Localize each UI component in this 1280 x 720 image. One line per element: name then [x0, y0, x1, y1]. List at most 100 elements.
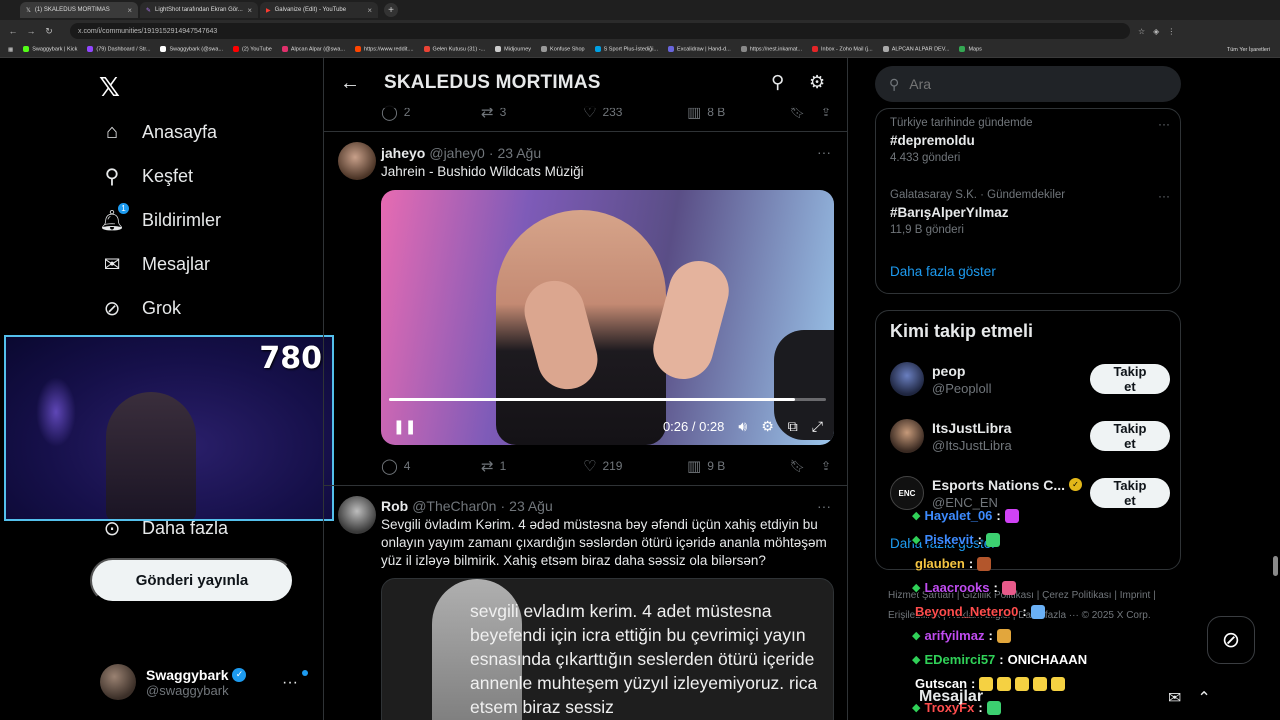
- repost-button[interactable]: ⇄ 1: [481, 457, 583, 475]
- search-icon[interactable]: ⚲: [771, 72, 784, 93]
- nav-item-home[interactable]: ⌂ Anasayfa: [100, 120, 217, 144]
- forward-icon[interactable]: →: [26, 26, 36, 36]
- follow-suggestion[interactable]: peop @Peoploll Takip et: [890, 359, 1170, 399]
- reload-icon[interactable]: ↻: [44, 26, 54, 37]
- video-player[interactable]: ❚❚ 0:26 / 0:28 🔊︎ ⚙ ⧉ ⤢: [381, 190, 834, 445]
- bookmark-item[interactable]: (2) YouTube: [233, 46, 272, 53]
- divider: [324, 485, 847, 486]
- search-box[interactable]: ⚲: [875, 66, 1181, 102]
- bookmark-item[interactable]: Inbox - Zoho Mail (j...: [812, 46, 873, 53]
- bookmark-item[interactable]: Konfuse Shop: [541, 46, 585, 53]
- notification-badge: 1: [117, 202, 130, 215]
- bookmark-item[interactable]: ALPCAN ALPAR DEV...: [882, 46, 949, 53]
- grok-icon: ⊘: [1221, 627, 1241, 652]
- nav-item-grok[interactable]: ⊘ Grok: [100, 296, 181, 320]
- star-icon[interactable]: ☆: [1138, 27, 1145, 36]
- back-arrow-icon[interactable]: ←: [340, 72, 360, 95]
- show-more-link[interactable]: Daha fazla göster: [890, 264, 996, 279]
- settings-icon[interactable]: ⚙: [761, 418, 774, 435]
- search-input[interactable]: [909, 76, 1150, 92]
- webcam-light: [36, 377, 76, 447]
- bookmark-item[interactable]: (79) Dashboard / Str...: [87, 46, 150, 53]
- apps-icon[interactable]: ▦: [8, 47, 13, 53]
- expand-icon[interactable]: ⌃: [1197, 688, 1210, 708]
- more-options-icon[interactable]: ···: [817, 144, 831, 160]
- nav-item-explore[interactable]: ⚲ Keşfet: [100, 164, 193, 188]
- views-icon: ▥: [687, 458, 702, 475]
- browser-tab[interactable]: ✎ LightShot tarafından Ekran Gör... ×: [140, 2, 258, 18]
- all-bookmarks[interactable]: Tüm Yer İşaretleri: [1227, 47, 1280, 53]
- page-title: SKALEDUS MORTIMAS: [384, 72, 601, 93]
- chat-message: ◆ Piskevit:: [912, 532, 1000, 547]
- browser-tab[interactable]: 𝕏 (1) SKALEDUS MORTIMAS ×: [20, 2, 138, 18]
- bookmark-item[interactable]: Midjourney: [495, 46, 531, 53]
- avatar[interactable]: [338, 142, 376, 180]
- more-options-icon[interactable]: ···: [1158, 189, 1170, 203]
- reply-icon: ◯: [381, 458, 398, 475]
- close-icon[interactable]: ×: [127, 6, 132, 15]
- bookmark-item[interactable]: Alpcan Alpar (@swa...: [281, 46, 345, 53]
- bookmark-item[interactable]: Excalidraw | Hand-d...: [668, 46, 731, 53]
- webcam-overlay: 780: [4, 335, 334, 521]
- x-logo-icon[interactable]: 𝕏: [99, 72, 120, 103]
- youtube-icon: ▶: [266, 7, 271, 14]
- close-icon[interactable]: ×: [367, 6, 372, 15]
- more-options-icon[interactable]: ···: [282, 674, 298, 692]
- follow-button[interactable]: Takip et: [1089, 421, 1170, 451]
- more-options-icon[interactable]: ···: [817, 498, 831, 514]
- grok-floating-button[interactable]: ⊘: [1207, 616, 1255, 664]
- follow-suggestion[interactable]: ItsJustLibra @ItsJustLibra Takip et: [890, 416, 1170, 456]
- tweet-text: Sevgili övladım Kərim. 4 ədəd müstəsna b…: [381, 517, 827, 568]
- tweet-image[interactable]: sevgili evladım kerim. 4 adet müstesna b…: [381, 578, 834, 720]
- bell-icon: 🔔︎ 1: [99, 202, 130, 232]
- pause-icon[interactable]: ❚❚: [393, 418, 416, 435]
- new-tab-button[interactable]: +: [384, 3, 398, 17]
- bookmark-item[interactable]: Gelen Kutusu (31) -...: [423, 46, 485, 53]
- reply-button[interactable]: ◯ 4: [381, 457, 481, 475]
- like-button[interactable]: ♡ 219: [583, 457, 687, 475]
- bookmark-item[interactable]: Maps: [959, 46, 982, 53]
- account-switcher[interactable]: Swaggybark ✓ @swaggybark ···: [100, 662, 310, 702]
- views-button[interactable]: ▥ 9 B: [687, 457, 725, 475]
- scrollbar-thumb[interactable]: [1273, 556, 1278, 576]
- messages-drawer-title[interactable]: Mesajlar: [919, 688, 983, 706]
- extensions-icon[interactable]: ◈: [1153, 27, 1159, 36]
- nav-item-notifications[interactable]: 🔔︎ 1 Bildirimler: [99, 202, 221, 232]
- avatar[interactable]: [338, 496, 376, 534]
- close-icon[interactable]: ×: [247, 6, 252, 15]
- more-options-icon[interactable]: ···: [1158, 117, 1170, 131]
- volume-icon[interactable]: 🔊︎: [738, 418, 747, 435]
- post-button[interactable]: Gönderi yayınla: [90, 558, 294, 603]
- bookmark-item[interactable]: Swaggybark (@swa...: [160, 46, 223, 53]
- nav-item-messages[interactable]: ✉ Mesajlar: [100, 252, 210, 276]
- fullscreen-icon[interactable]: ⤢: [812, 418, 823, 435]
- back-icon[interactable]: ←: [8, 26, 18, 36]
- address-bar[interactable]: x.com/i/communities/1919152914947547643: [70, 23, 1130, 39]
- bookmark-item[interactable]: Swaggybark | Kick: [23, 46, 77, 53]
- follow-button[interactable]: Takip et: [1089, 364, 1170, 394]
- browser-toolbar: ← → ↻ x.com/i/communities/19191529149475…: [0, 20, 1280, 42]
- picture-in-picture-icon[interactable]: ⧉: [788, 418, 798, 435]
- bookmark-item[interactable]: https://www.reddit....: [355, 46, 414, 53]
- bookmark-icon[interactable]: 🔖︎: [790, 459, 805, 473]
- gear-icon[interactable]: ⚙: [809, 72, 825, 93]
- bookmark-item[interactable]: https://nest.inkamat...: [740, 46, 802, 53]
- tweet-header: Rob @TheChar0n · 23 Ağu: [381, 498, 553, 514]
- share-icon[interactable]: ⇪: [821, 459, 831, 473]
- video-time: 0:26 / 0:28: [662, 418, 725, 434]
- menu-icon[interactable]: ⋮: [1167, 27, 1175, 36]
- tweet-text: Jahrein - Bushido Wildcats Müziği: [381, 164, 584, 179]
- gem-icon: ◆: [912, 582, 921, 594]
- repost-icon: ⇄: [481, 458, 494, 475]
- video-progress-bar[interactable]: [389, 398, 826, 401]
- avatar: [890, 419, 924, 453]
- browser-tab[interactable]: ▶ Galvanize (Edit) - YouTube ×: [260, 2, 378, 18]
- trends-card: Türkiye tarihinde gündemde #depremoldu 4…: [875, 108, 1181, 294]
- gem-icon: ◆: [912, 534, 921, 546]
- bookmark-item[interactable]: S Sport Plus-İstediği...: [594, 46, 658, 53]
- new-message-icon[interactable]: ✉: [1168, 688, 1181, 708]
- trend-item[interactable]: Türkiye tarihinde gündemde #depremoldu 4…: [890, 117, 1170, 164]
- trend-item[interactable]: Galatasaray S.K. · Gündemdekiler #BarışA…: [890, 189, 1170, 236]
- emote-icon: [977, 556, 992, 571]
- gem-icon: ◆: [912, 510, 921, 522]
